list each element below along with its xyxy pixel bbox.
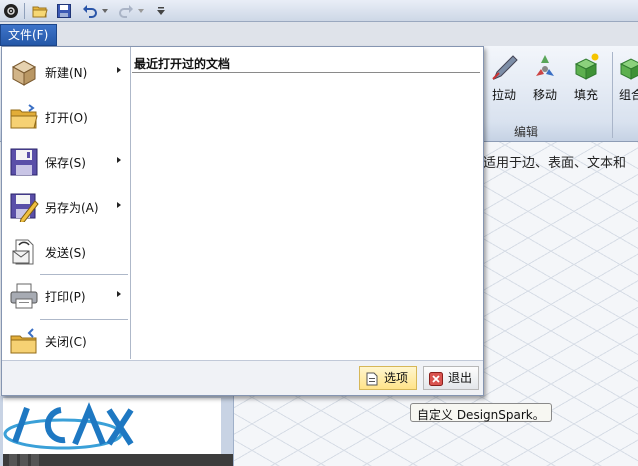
fill-tool-label: 填充 <box>573 88 598 102</box>
save-command-label: 保存(S) <box>45 156 86 170</box>
pull-icon <box>482 52 526 82</box>
printer-icon <box>9 281 39 311</box>
save-as-command-label: 另存为(A) <box>45 201 99 215</box>
combine-tool[interactable]: 组合 <box>616 52 638 112</box>
save-as-command[interactable]: 另存为(A) <box>2 187 130 227</box>
recent-documents-list <box>134 77 479 357</box>
submenu-arrow-icon <box>117 202 121 208</box>
quick-access-toolbar <box>0 0 638 22</box>
combine-icon <box>616 52 638 82</box>
send-command-label: 发送(S) <box>45 246 86 260</box>
panel-tab[interactable] <box>20 454 28 466</box>
panel-tab[interactable] <box>9 454 17 466</box>
close-command[interactable]: 关闭(C) <box>2 321 130 361</box>
file-menu-tab[interactable]: 文件(F) <box>0 24 57 46</box>
customize-toolbar-icon[interactable] <box>154 2 168 20</box>
new-box-icon <box>9 57 39 87</box>
options-button[interactable]: 选项 <box>359 366 417 390</box>
new-command[interactable]: 新建(N) <box>2 52 130 92</box>
app-logo-icon[interactable] <box>1 2 21 20</box>
save-disk-icon <box>9 147 39 177</box>
fill-tool[interactable]: 填充 <box>564 52 608 112</box>
submenu-arrow-icon <box>117 291 121 297</box>
submenu-arrow-icon <box>117 67 121 73</box>
send-command[interactable]: 发送(S) <box>2 232 130 272</box>
fill-icon <box>564 52 608 82</box>
close-folder-icon <box>9 326 39 356</box>
save-as-icon <box>9 192 39 224</box>
panel-tab[interactable] <box>31 454 39 466</box>
menu-separator <box>40 319 128 320</box>
menu-divider <box>130 47 131 359</box>
pull-tool[interactable]: 拉动 <box>482 52 526 112</box>
move-tool[interactable]: 移动 <box>523 52 567 112</box>
submenu-arrow-icon <box>117 157 121 163</box>
undo-dropdown-icon[interactable] <box>100 2 110 20</box>
tool-hint: 适用于边、表面、文本和 <box>483 156 627 171</box>
open-command-label: 打开(O) <box>45 111 88 125</box>
open-folder-icon[interactable] <box>30 2 50 20</box>
file-menu: 新建(N) 打开(O) 保存(S) 另存为(A) 发送(S) 打印(P) 关闭(… <box>1 46 484 396</box>
close-command-label: 关闭(C) <box>45 335 87 349</box>
send-mail-icon <box>9 237 39 267</box>
move-tool-label: 移动 <box>532 88 557 102</box>
open-folder-icon <box>9 102 39 132</box>
redo-dropdown-icon[interactable] <box>136 2 146 20</box>
save-disk-icon[interactable] <box>54 2 74 20</box>
combine-tool-label: 组合 <box>618 88 638 102</box>
options-page-icon <box>365 371 379 386</box>
recent-documents-rule <box>132 72 480 73</box>
redo-icon[interactable] <box>116 2 136 20</box>
recent-documents-title: 最近打开过的文档 <box>134 57 231 71</box>
file-command-list: 新建(N) 打开(O) 保存(S) 另存为(A) 发送(S) 打印(P) 关闭(… <box>2 47 130 359</box>
panel-tabs <box>3 454 233 466</box>
save-command[interactable]: 保存(S) <box>2 142 130 182</box>
open-command[interactable]: 打开(O) <box>2 97 130 137</box>
pull-tool-label: 拉动 <box>491 88 516 102</box>
new-command-label: 新建(N) <box>45 66 88 80</box>
options-button-label: 选项 <box>384 371 409 385</box>
move-icon <box>523 52 567 82</box>
undo-icon[interactable] <box>80 2 100 20</box>
print-command-label: 打印(P) <box>45 290 86 304</box>
tooltip: 自定义 DesignSpark。 <box>410 403 552 422</box>
exit-x-icon <box>429 371 443 386</box>
menu-separator <box>40 274 128 275</box>
exit-button[interactable]: 退出 <box>423 366 479 390</box>
file-menu-footer: 选项 退出 <box>2 360 483 395</box>
print-command[interactable]: 打印(P) <box>2 276 130 316</box>
exit-button-label: 退出 <box>448 371 473 385</box>
edit-group-label: 编辑 <box>514 125 539 139</box>
